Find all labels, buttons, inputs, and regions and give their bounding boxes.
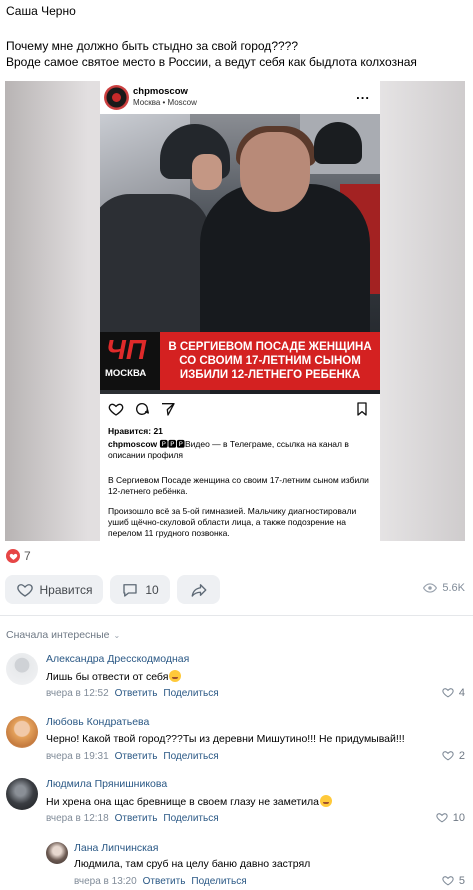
comment-time[interactable]: вчера в 13:20 [74, 876, 137, 887]
comment-text: Лишь бы отвести от себя [46, 670, 182, 683]
share-link[interactable]: Поделиться [163, 813, 218, 824]
avatar[interactable] [6, 653, 38, 685]
heart-outline-icon [442, 876, 454, 886]
comment-like-count: 2 [458, 749, 465, 762]
comment-meta: вчера в 12:52 Ответить Поделиться [46, 688, 219, 699]
reply-link[interactable]: Ответить [115, 751, 158, 762]
comment-count: 10 [145, 582, 159, 597]
like-button[interactable]: Нравится [5, 575, 103, 604]
comment-text: Людмила, там сруб на целу баню давно зас… [74, 858, 311, 870]
comment-like-button[interactable]: 2 [441, 749, 465, 762]
comment-like-count: 5 [458, 874, 465, 887]
smirk-emoji-icon [169, 670, 182, 682]
comment-meta: вчера в 19:31 Ответить Поделиться [46, 751, 219, 762]
instagram-actions [100, 397, 380, 421]
post-text: Почему мне должно быть стыдно за свой го… [6, 38, 417, 70]
comment-like-button[interactable]: 5 [441, 874, 465, 887]
reply-link[interactable]: Ответить [115, 813, 158, 824]
reply-link[interactable]: Ответить [115, 688, 158, 699]
heart-reaction-icon [6, 549, 20, 563]
comment-like-button[interactable]: 10 [435, 811, 465, 824]
caption-paragraph-2: Произошло всё за 5-ой гимназией. Мальчик… [108, 506, 357, 538]
heart-outline-icon [436, 813, 448, 823]
caption-username: chpmoscow [108, 439, 158, 449]
heart-outline-icon [16, 583, 33, 597]
post-text-line-1: Почему мне должно быть стыдно за свой го… [6, 39, 299, 53]
share-link[interactable]: Поделиться [163, 751, 218, 762]
caption-paragraph-1: В Сергиевом Посаде женщина со своим 17-л… [108, 475, 369, 496]
instagram-likes: Нравится: 21 [108, 426, 163, 436]
post-author-name[interactable]: Саша Черно [6, 4, 76, 18]
comment-meta: вчера в 13:20 Ответить Поделиться [74, 876, 247, 887]
send-icon [162, 403, 175, 416]
comment-like-count: 10 [452, 811, 465, 824]
comment-icon [123, 583, 137, 597]
comment-button[interactable]: 10 [110, 575, 170, 604]
comment-author[interactable]: Людмила Прянишникова [46, 778, 167, 790]
avatar[interactable] [6, 778, 38, 810]
comment-time[interactable]: вчера в 12:52 [46, 688, 109, 699]
post-text-line-2: Вроде самое святое место в России, а вед… [6, 55, 417, 69]
views-count: 5.6K [442, 582, 465, 594]
news-headline-banner: В СЕРГИЕВОМ ПОСАДЕ ЖЕНЩИНА СО СВОИМ 17-Л… [160, 332, 380, 390]
news-photo: ЧП МОСКВА В СЕРГИЕВОМ ПОСАДЕ ЖЕНЩИНА СО … [100, 114, 380, 394]
more-icon: ... [356, 87, 370, 102]
instagram-caption: chpmoscow 🅿🅿🅿Видео — в Телеграме, ссылка… [108, 439, 373, 461]
comment-text: Ни хрена она щас бревнище в своем глазу … [46, 795, 332, 808]
like-button-label: Нравится [39, 582, 93, 597]
heart-outline-icon [442, 688, 454, 698]
post-media[interactable]: chpmoscow Москва • Moscow ... ЧП МОСКВА … [5, 81, 465, 541]
comment-bubble-icon [136, 403, 149, 415]
reply-link[interactable]: Ответить [143, 876, 186, 887]
comments-sort-label: Сначала интересные [6, 629, 110, 641]
comment-time[interactable]: вчера в 19:31 [46, 751, 109, 762]
comment-author[interactable]: Любовь Кондратьева [46, 716, 149, 728]
grinning-emoji-icon [320, 795, 332, 807]
comments-sort-dropdown[interactable]: Сначала интересные ⌄ [6, 629, 120, 641]
share-link[interactable]: Поделиться [163, 688, 218, 699]
views-counter: 5.6K [423, 582, 465, 594]
avatar[interactable] [6, 716, 38, 748]
bookmark-icon [357, 402, 367, 416]
heart-outline-icon [108, 403, 124, 416]
comment-like-count: 4 [458, 686, 465, 699]
news-headline: В СЕРГИЕВОМ ПОСАДЕ ЖЕНЩИНА СО СВОИМ 17-Л… [168, 341, 372, 381]
instagram-post-header: chpmoscow Москва • Moscow ... [100, 81, 380, 114]
reactions-summary[interactable]: 7 [6, 549, 31, 563]
instagram-post-screenshot: chpmoscow Москва • Moscow ... ЧП МОСКВА … [100, 81, 380, 541]
share-button[interactable] [177, 575, 220, 604]
comment-like-button[interactable]: 4 [441, 686, 465, 699]
comment-meta: вчера в 12:18 Ответить Поделиться [46, 813, 219, 824]
chevron-down-icon: ⌄ [113, 630, 121, 640]
share-arrow-icon [191, 583, 206, 597]
reactions-count: 7 [24, 549, 31, 563]
comment-text: Черно! Какой твой город???Ты из деревни … [46, 733, 405, 745]
comment-author[interactable]: Лана Липчинская [74, 842, 158, 854]
avatar[interactable] [46, 842, 68, 864]
instagram-location: Москва • Moscow [133, 98, 197, 107]
divider [0, 615, 473, 616]
channel-logo: ЧП МОСКВА [100, 332, 160, 390]
comment-time[interactable]: вчера в 12:18 [46, 813, 109, 824]
heart-outline-icon [442, 751, 454, 761]
instagram-avatar [104, 85, 129, 110]
share-link[interactable]: Поделиться [191, 876, 246, 887]
instagram-username: chpmoscow [133, 86, 188, 97]
eye-icon [423, 583, 438, 593]
comment-author[interactable]: Александра Дресскодмодная [46, 653, 189, 665]
